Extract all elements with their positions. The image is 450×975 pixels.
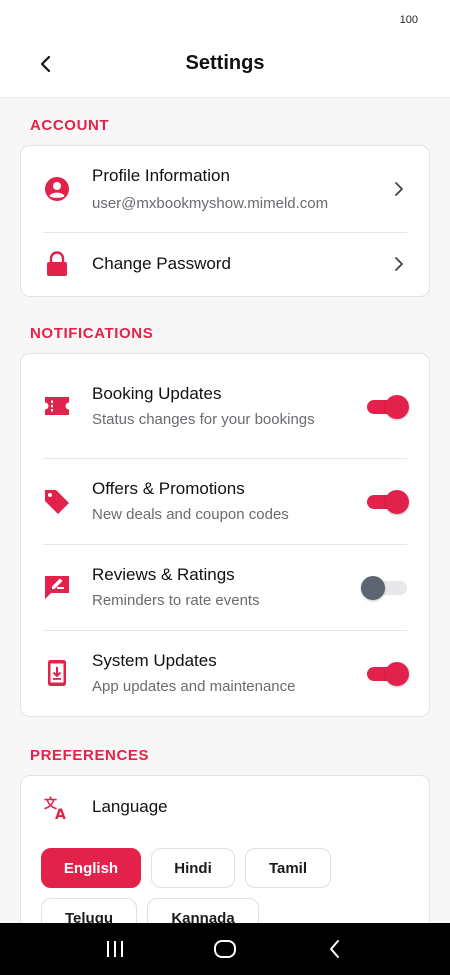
section-title-account: ACCOUNT bbox=[30, 117, 110, 134]
language-option-hindi[interactable]: Hindi bbox=[151, 848, 235, 888]
notifications-card: Booking Updates Status changes for your … bbox=[20, 353, 430, 717]
change-password-label: Change Password bbox=[92, 254, 231, 273]
system-update-icon bbox=[43, 659, 71, 687]
language-option-tamil[interactable]: Tamil bbox=[245, 848, 331, 888]
page-title: Settings bbox=[185, 52, 265, 74]
tag-icon bbox=[43, 487, 71, 515]
language-row: 文 A Language bbox=[21, 776, 429, 838]
chevron-left-icon bbox=[330, 940, 339, 958]
profile-information-row[interactable]: Profile Information user@mxbookmyshow.mi… bbox=[21, 146, 429, 232]
svg-text:A: A bbox=[55, 807, 66, 820]
translate-icon: 文 A bbox=[43, 793, 71, 821]
section-title-preferences: PREFERENCES bbox=[30, 747, 150, 764]
ticket-icon bbox=[43, 392, 71, 420]
offers-promotions-toggle[interactable] bbox=[367, 490, 409, 514]
recent-apps-icon bbox=[107, 941, 123, 957]
reviews-ratings-label: Reviews & Ratings bbox=[92, 564, 235, 584]
lock-icon bbox=[43, 250, 71, 278]
system-navigation-bar bbox=[0, 923, 450, 975]
profile-email: user@mxbookmyshow.mimeld.com bbox=[92, 194, 329, 212]
battery-level: 100 bbox=[399, 14, 418, 26]
app-header: Settings bbox=[0, 40, 450, 98]
offers-promotions-label: Offers & Promotions bbox=[92, 478, 245, 498]
notification-row-booking-updates: Booking Updates Status changes for your … bbox=[21, 354, 429, 458]
status-bar: 100 bbox=[0, 0, 450, 40]
back-nav-button[interactable] bbox=[315, 929, 355, 969]
change-password-row[interactable]: Change Password bbox=[21, 232, 429, 296]
home-button[interactable] bbox=[205, 929, 245, 969]
recent-apps-button[interactable] bbox=[95, 929, 135, 969]
language-label: Language bbox=[92, 797, 168, 816]
home-icon bbox=[214, 940, 236, 958]
section-title-notifications: NOTIFICATIONS bbox=[30, 325, 154, 342]
system-updates-toggle[interactable] bbox=[367, 662, 409, 686]
reviews-ratings-toggle[interactable] bbox=[361, 576, 407, 600]
chevron-right-icon bbox=[395, 182, 403, 196]
booking-updates-description: Status changes for your bookings bbox=[92, 410, 315, 428]
chevron-right-icon bbox=[395, 257, 403, 271]
booking-updates-label: Booking Updates bbox=[92, 383, 222, 403]
profile-information-label: Profile Information bbox=[92, 165, 230, 185]
notification-row-reviews-ratings: Reviews & Ratings Reminders to rate even… bbox=[21, 544, 429, 630]
account-card: Profile Information user@mxbookmyshow.mi… bbox=[20, 145, 430, 297]
rate-review-icon bbox=[43, 573, 71, 601]
reviews-ratings-description: Reminders to rate events bbox=[92, 591, 260, 609]
notification-row-offers-promotions: Offers & Promotions New deals and coupon… bbox=[21, 458, 429, 544]
notification-row-system-updates: System Updates App updates and maintenan… bbox=[21, 630, 429, 716]
language-option-english[interactable]: English bbox=[41, 848, 141, 888]
system-updates-description: App updates and maintenance bbox=[92, 677, 296, 695]
booking-updates-toggle[interactable] bbox=[367, 395, 409, 419]
system-updates-label: System Updates bbox=[92, 650, 217, 670]
offers-promotions-description: New deals and coupon codes bbox=[92, 505, 289, 523]
user-circle-icon bbox=[43, 175, 71, 203]
